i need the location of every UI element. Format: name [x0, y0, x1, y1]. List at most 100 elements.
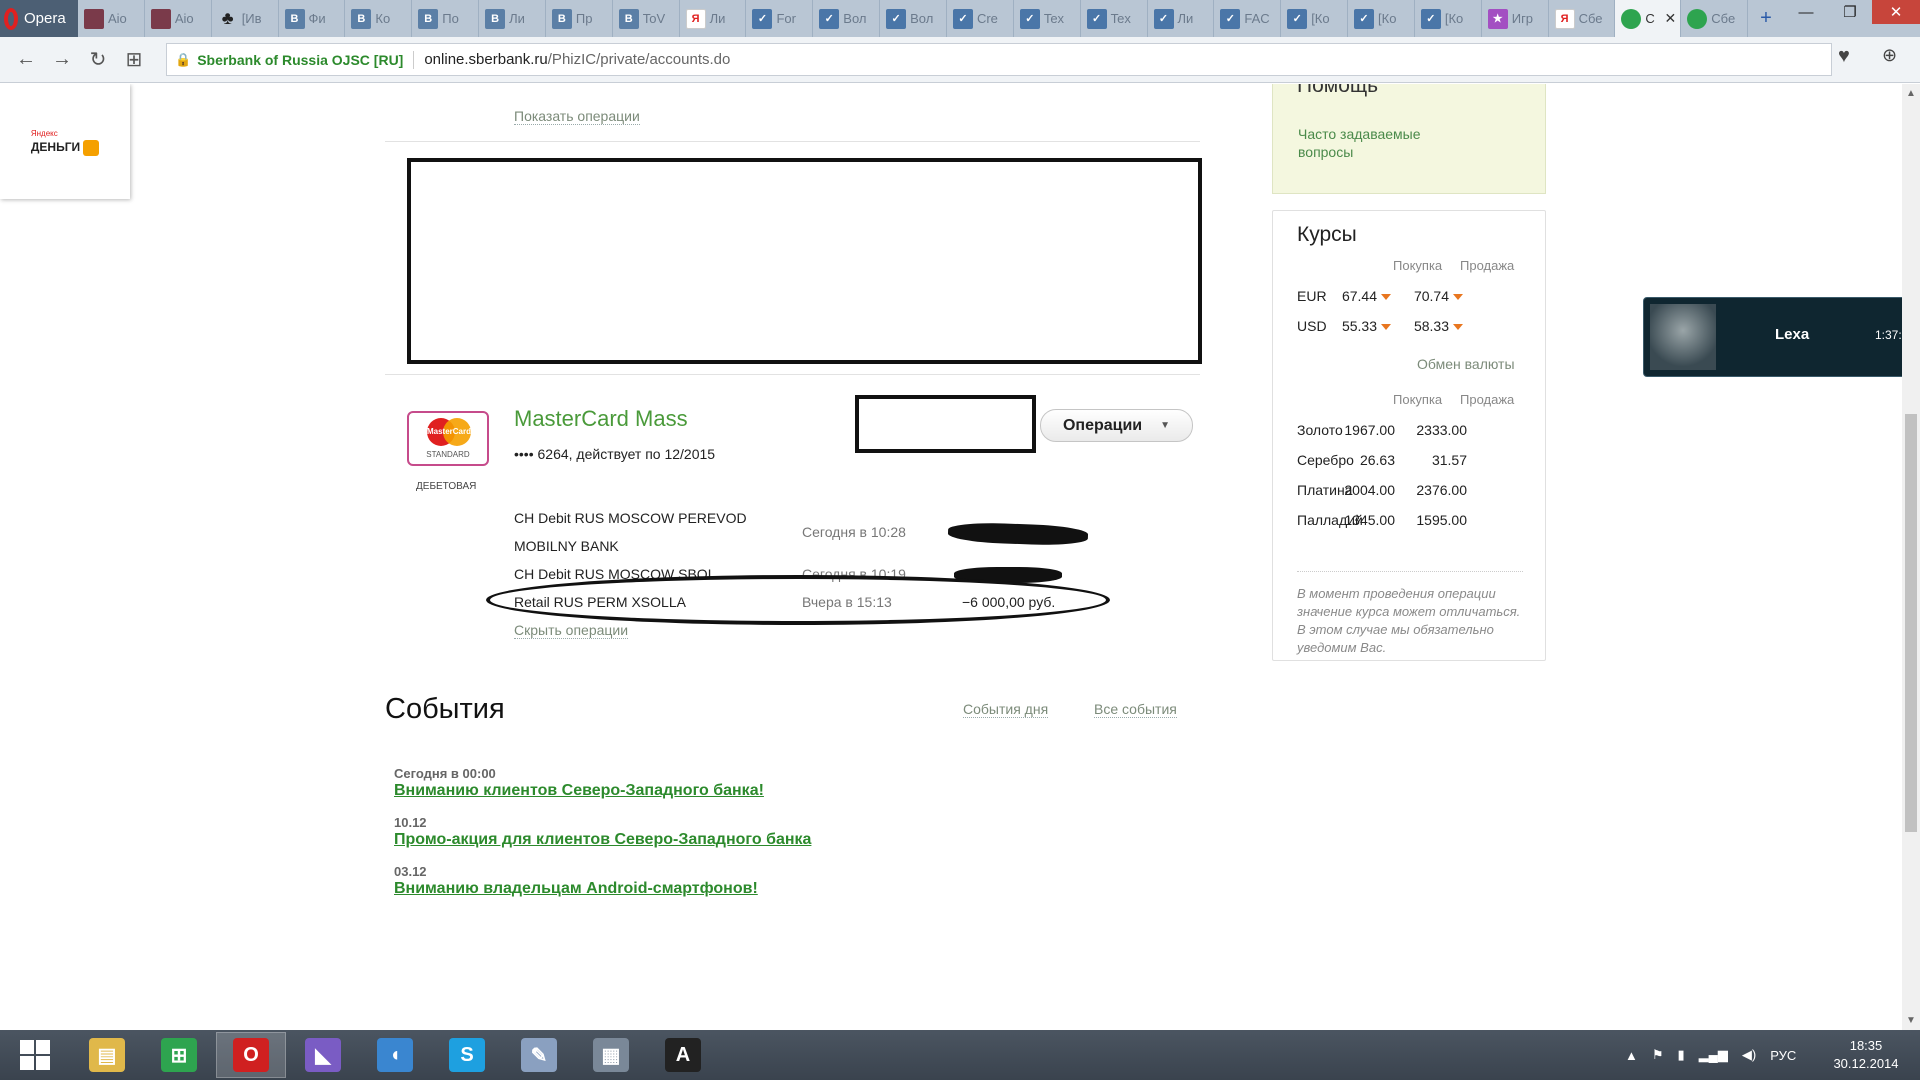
- opera-menu-button[interactable]: Opera: [0, 0, 78, 37]
- taskbar-app-button[interactable]: O: [216, 1032, 286, 1078]
- browser-tab[interactable]: ✓ Tex: [1014, 0, 1081, 37]
- site-identity[interactable]: Sberbank of Russia OJSC [RU]: [197, 52, 403, 68]
- metal-sell: 31.57: [1431, 452, 1467, 468]
- check-icon: ✓: [819, 8, 840, 29]
- new-tab-button[interactable]: +: [1748, 0, 1784, 37]
- page-scrollbar[interactable]: ▲ ▼: [1902, 84, 1920, 1030]
- browser-tab[interactable]: ✓ [Ко: [1348, 0, 1415, 37]
- taskbar-app-button[interactable]: S: [432, 1032, 502, 1078]
- windows-taskbar: ▤ ⊞ O ◣ ◖ S ✎ ▦ A ▲ ⚑ ▮ ▂▄▆ ◀) РУС 18:35 30.12.2…: [0, 1030, 1920, 1080]
- browser-tab[interactable]: ✓ Вол: [880, 0, 947, 37]
- speed-dial-button[interactable]: ⊞: [116, 42, 152, 78]
- reload-button[interactable]: ↻: [80, 42, 116, 78]
- browser-tab[interactable]: Aio: [78, 0, 145, 37]
- close-tab-icon[interactable]: ✕: [1665, 10, 1677, 27]
- show-operations-link[interactable]: Показать операции: [514, 108, 640, 125]
- check-icon: ✓: [886, 8, 907, 29]
- check-icon: ✓: [752, 8, 773, 29]
- browser-tab[interactable]: B Ли: [479, 0, 546, 37]
- exchange-link[interactable]: Обмен валюты: [1417, 356, 1515, 372]
- taskbar-app-button[interactable]: A: [648, 1032, 718, 1078]
- taskbar-app-button[interactable]: ✎: [504, 1032, 574, 1078]
- taskbar-app-button[interactable]: ◣: [288, 1032, 358, 1078]
- browser-tab[interactable]: ✓ Вол: [813, 0, 881, 37]
- taskbar-app-button[interactable]: ◖: [360, 1032, 430, 1078]
- browser-tab[interactable]: ✓ [Ко: [1281, 0, 1349, 37]
- card-type-label: ДЕБЕТОВАЯ: [416, 481, 477, 492]
- taskbar-app-button[interactable]: ▦: [576, 1032, 646, 1078]
- browser-tab[interactable]: ✓ FAC: [1214, 0, 1282, 37]
- volume-icon[interactable]: ◀): [1742, 1047, 1756, 1063]
- browser-tab[interactable]: B ToV: [613, 0, 680, 37]
- browser-tab[interactable]: B По: [412, 0, 480, 37]
- browser-tab[interactable]: ★ Игр: [1482, 0, 1549, 37]
- maximize-button[interactable]: ❐: [1828, 0, 1872, 24]
- scroll-up-icon[interactable]: ▲: [1906, 88, 1916, 99]
- browser-tab[interactable]: ✓ For: [746, 0, 814, 37]
- browser-tab[interactable]: ✓ [Ко: [1415, 0, 1482, 37]
- browser-tab[interactable]: ✓ Tex: [1081, 0, 1148, 37]
- note-divider: [1297, 571, 1523, 572]
- check-icon: ✓: [952, 8, 973, 29]
- operations-dropdown-button[interactable]: Операции ▼: [1040, 409, 1193, 442]
- hide-operations-link[interactable]: Скрыть операции: [514, 622, 629, 639]
- metal-buy: 1967.00: [1344, 422, 1395, 438]
- chat-notification[interactable]: Lexa 1:37:41: [1643, 297, 1920, 377]
- aion-icon: [150, 8, 171, 29]
- events-day-link[interactable]: События дня: [963, 701, 1049, 718]
- download-icon[interactable]: ⊕: [1882, 45, 1897, 66]
- check-icon: ✓: [1019, 8, 1040, 29]
- check-icon: ✓: [1153, 8, 1174, 29]
- browser-tab[interactable]: B Пр: [546, 0, 613, 37]
- faq-link[interactable]: Часто задаваемые вопросы: [1298, 125, 1438, 161]
- taskbar-app-button[interactable]: ⊞: [144, 1032, 214, 1078]
- url-separator: [413, 50, 415, 69]
- taskbar-app-button[interactable]: ▤: [72, 1032, 142, 1078]
- browser-tab[interactable]: ♣ [Ив: [212, 0, 279, 37]
- browser-tab[interactable]: ✓ Cre: [947, 0, 1014, 37]
- action-center-flag-icon[interactable]: ⚑: [1652, 1047, 1664, 1063]
- card-name-link[interactable]: MasterCard Mass: [514, 406, 688, 432]
- browser-tab[interactable]: Я Ли: [680, 0, 747, 37]
- tray-overflow-icon[interactable]: ▲: [1625, 1048, 1638, 1063]
- yandex-money-widget[interactable]: Яндекс ДЕНЬГИ: [0, 84, 130, 199]
- language-indicator[interactable]: РУС: [1770, 1048, 1796, 1063]
- divider: [385, 141, 1200, 142]
- scribbled-amount: [947, 521, 1089, 547]
- url-field[interactable]: 🔒 Sberbank of Russia OJSC [RU] online.sb…: [166, 43, 1832, 76]
- browser-tab[interactable]: ✓ Ли: [1148, 0, 1215, 37]
- minimize-button[interactable]: —: [1784, 0, 1828, 24]
- back-button[interactable]: ←: [8, 42, 44, 78]
- scrollbar-thumb[interactable]: [1905, 414, 1917, 832]
- event-date: 03.12: [394, 864, 427, 879]
- event-link[interactable]: Промо-акция для клиентов Северо-Западног…: [394, 831, 811, 849]
- help-title: Помощь: [1297, 84, 1379, 97]
- card-image[interactable]: MasterCard STANDARD: [407, 411, 489, 466]
- network-signal-icon[interactable]: ▂▄▆: [1699, 1047, 1728, 1063]
- browser-tab[interactable]: Я Сбе: [1549, 0, 1616, 37]
- tab-label: Фи: [308, 11, 326, 26]
- browser-tab[interactable]: С ✕: [1615, 0, 1682, 37]
- browser-tab[interactable]: Aio: [145, 0, 212, 37]
- currency-sell: 70.74: [1403, 288, 1463, 304]
- bookmark-heart-icon[interactable]: ♥: [1838, 45, 1850, 68]
- browser-tab[interactable]: B Ко: [345, 0, 413, 37]
- tab-label: [Ко: [1378, 11, 1397, 26]
- battery-icon[interactable]: ▮: [1678, 1047, 1685, 1063]
- browser-tab[interactable]: Сбе: [1681, 0, 1748, 37]
- taskbar-clock[interactable]: 18:35 30.12.2014: [1830, 1037, 1902, 1073]
- aion-game-icon: A: [665, 1038, 701, 1072]
- event-link[interactable]: Вниманию клиентов Северо-Западного банка…: [394, 782, 764, 800]
- start-button[interactable]: [0, 1032, 70, 1078]
- lock-icon: 🔒: [175, 51, 192, 67]
- scroll-down-icon[interactable]: ▼: [1906, 1015, 1916, 1026]
- url-text[interactable]: online.sberbank.ru/PhizIC/private/accoun…: [424, 51, 730, 68]
- forward-button[interactable]: →: [44, 42, 80, 78]
- yandex-icon: Я: [1554, 8, 1575, 29]
- clock-time: 18:35: [1849, 1038, 1883, 1053]
- all-events-link[interactable]: Все события: [1094, 701, 1177, 718]
- avatar: [1650, 304, 1716, 370]
- event-link[interactable]: Вниманию владельцам Android-смартфонов!: [394, 880, 758, 898]
- close-window-button[interactable]: ✕: [1872, 0, 1920, 24]
- browser-tab[interactable]: B Фи: [279, 0, 346, 37]
